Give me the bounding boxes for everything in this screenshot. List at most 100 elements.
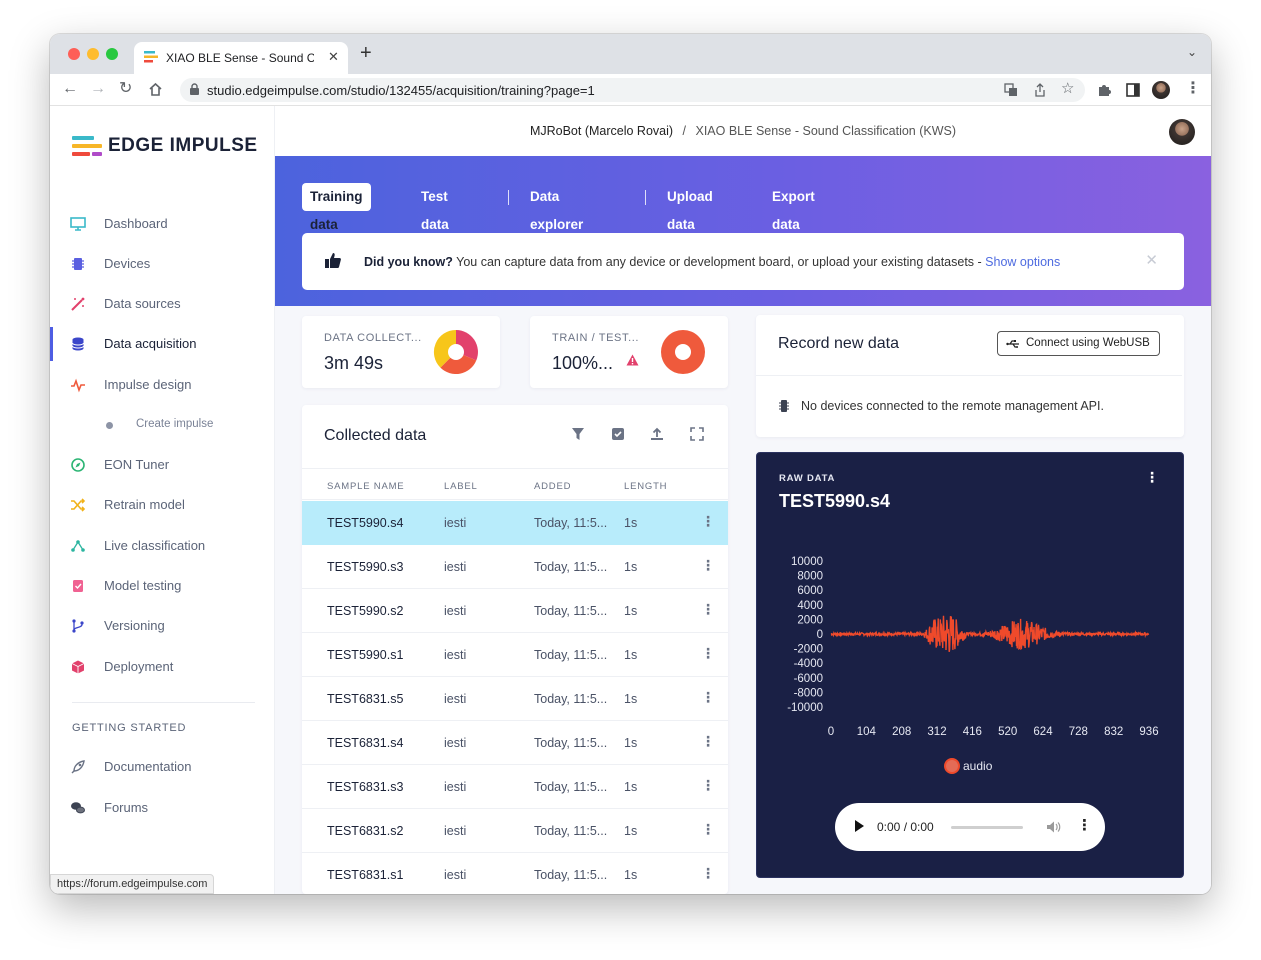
close-window-icon[interactable] [68,48,80,60]
row-menu-icon[interactable]: ⋮ [701,513,715,530]
legend-audio-label[interactable]: audio [963,759,993,773]
translate-icon[interactable] [1004,83,1018,97]
sidebar-item-devices[interactable]: Devices [50,245,275,283]
sidebar: EDGE IMPULSE Dashboard Devices Data sour… [50,106,275,894]
y-tick-label: -2000 [794,644,823,656]
sidebar-item-label: Data sources [104,296,181,311]
column-length[interactable]: LENGTH [624,481,667,492]
table-row[interactable]: TEST5990.s2 iesti Today, 11:5... 1s ⋮ [302,589,728,633]
column-sample-name[interactable]: SAMPLE NAME [327,481,404,492]
table-row[interactable]: TEST5990.s3 iesti Today, 11:5... 1s ⋮ [302,545,728,589]
tip-close-icon[interactable]: ✕ [1145,251,1158,269]
legend-audio-marker[interactable] [944,758,960,774]
sidebar-item-impulse-design[interactable]: Impulse design [50,366,275,404]
side-panel-icon[interactable] [1126,83,1140,97]
warning-icon[interactable] [626,354,639,366]
sidebar-item-data-sources[interactable]: Data sources [50,285,275,323]
x-tick-label: 104 [857,726,877,738]
sidebar-item-versioning[interactable]: Versioning [50,607,275,645]
sidebar-item-data-acquisition[interactable]: Data acquisition [50,325,275,363]
show-options-link[interactable]: Show options [985,255,1060,269]
seek-bar[interactable] [951,826,1023,829]
sidebar-item-create-impulse[interactable]: Create impulse [50,406,275,444]
table-header: SAMPLE NAME LABEL ADDED LENGTH [302,468,728,500]
row-menu-icon[interactable]: ⋮ [701,777,715,794]
tab-close-icon[interactable]: ✕ [328,49,339,65]
row-menu-icon[interactable]: ⋮ [701,733,715,750]
tip-text: Did you know? You can capture data from … [364,255,1060,269]
sidebar-item-retrain-model[interactable]: Retrain model [50,486,275,524]
select-checkbox-icon[interactable] [611,427,625,441]
sidebar-item-deployment[interactable]: Deployment [50,648,275,686]
row-menu-icon[interactable]: ⋮ [701,557,715,574]
breadcrumb-project[interactable]: XIAO BLE Sense - Sound Classification (K… [696,124,957,138]
table-row[interactable]: TEST6831.s4 iesti Today, 11:5... 1s ⋮ [302,721,728,765]
row-menu-icon[interactable]: ⋮ [701,601,715,618]
row-menu-icon[interactable]: ⋮ [701,821,715,838]
tab-separator [508,190,509,205]
breadcrumb: MJRoBot (Marcelo Rovai) / XIAO BLE Sense… [275,124,1211,138]
maximize-window-icon[interactable] [106,48,118,60]
table-row[interactable]: TEST5990.s4 iesti Today, 11:5... 1s ⋮ [302,501,728,545]
tab-test-data[interactable]: Test data [413,183,457,232]
new-tab-button[interactable]: + [360,43,372,63]
bookmark-star-icon[interactable]: ☆ [1061,80,1074,98]
x-tick-label: 936 [1139,726,1158,738]
minimize-window-icon[interactable] [87,48,99,60]
sidebar-item-live-classification[interactable]: Live classification [50,527,275,565]
data-collected-card: DATA COLLECT... 3m 49s [302,316,500,388]
tab-data-explorer[interactable]: Data explorer [522,183,591,232]
table-row[interactable]: TEST6831.s5 iesti Today, 11:5... 1s ⋮ [302,677,728,721]
column-added[interactable]: ADDED [534,481,571,492]
home-icon[interactable] [148,82,163,97]
player-menu-icon[interactable]: ⋮ [1077,816,1092,834]
sidebar-item-dashboard[interactable]: Dashboard [50,205,275,243]
tab-search-chevron-icon[interactable]: ⌄ [1187,45,1197,59]
back-icon[interactable]: ← [62,80,78,98]
x-tick-label: 520 [998,726,1017,738]
user-avatar[interactable] [1169,119,1195,145]
y-tick-label: 4000 [797,600,823,612]
extensions-icon[interactable] [1097,83,1111,97]
browser-menu-icon[interactable]: ⋮ [1185,80,1201,98]
sidebar-item-label: Deployment [104,659,174,674]
sample-label: iesti [444,736,467,750]
volume-icon[interactable] [1045,819,1061,835]
upload-icon[interactable] [650,427,664,441]
audio-player: 0:00 / 0:00 ⋮ [835,803,1105,851]
sidebar-item-forums[interactable]: Forums [50,789,275,827]
tab-export-data[interactable]: Export data [764,183,823,232]
sidebar-item-documentation[interactable]: Documentation [50,748,275,786]
filter-icon[interactable] [571,427,585,441]
sample-added: Today, 11:5... [534,560,608,574]
profile-avatar-icon[interactable] [1152,81,1170,99]
play-icon[interactable] [855,820,864,832]
table-row[interactable]: TEST5990.s1 iesti Today, 11:5... 1s ⋮ [302,633,728,677]
expand-icon[interactable] [690,427,704,441]
checklist-icon [73,580,83,592]
connect-webusb-button[interactable]: Connect using WebUSB [997,331,1160,356]
browser-tab[interactable]: XIAO BLE Sense - Sound Classi ✕ [134,42,348,74]
share-icon[interactable] [1033,83,1047,97]
tab-separator [645,190,646,205]
address-bar[interactable]: studio.edgeimpulse.com/studio/132455/acq… [180,78,1085,102]
sidebar-item-eon-tuner[interactable]: EON Tuner [50,446,275,484]
table-row[interactable]: TEST6831.s1 iesti Today, 11:5... 1s ⋮ [302,853,728,894]
row-menu-icon[interactable]: ⋮ [701,645,715,662]
breadcrumb-owner[interactable]: MJRoBot (Marcelo Rovai) [530,124,673,138]
row-menu-icon[interactable]: ⋮ [701,865,715,882]
column-label[interactable]: LABEL [444,481,478,492]
table-row[interactable]: TEST6831.s2 iesti Today, 11:5... 1s ⋮ [302,809,728,853]
sample-label: iesti [444,692,467,706]
y-tick-label: 10000 [791,556,823,568]
tab-upload-data[interactable]: Upload data [659,183,721,232]
edge-impulse-logo[interactable]: EDGE IMPULSE [72,132,262,162]
lock-icon [190,83,199,95]
tab-training-data[interactable]: Training data [302,183,371,232]
table-row[interactable]: TEST6831.s3 iesti Today, 11:5... 1s ⋮ [302,765,728,809]
sidebar-item-label: Live classification [104,538,206,553]
row-menu-icon[interactable]: ⋮ [701,689,715,706]
forward-icon[interactable]: → [90,80,106,98]
reload-icon[interactable]: ↻ [119,80,132,98]
sidebar-item-model-testing[interactable]: Model testing [50,567,275,605]
